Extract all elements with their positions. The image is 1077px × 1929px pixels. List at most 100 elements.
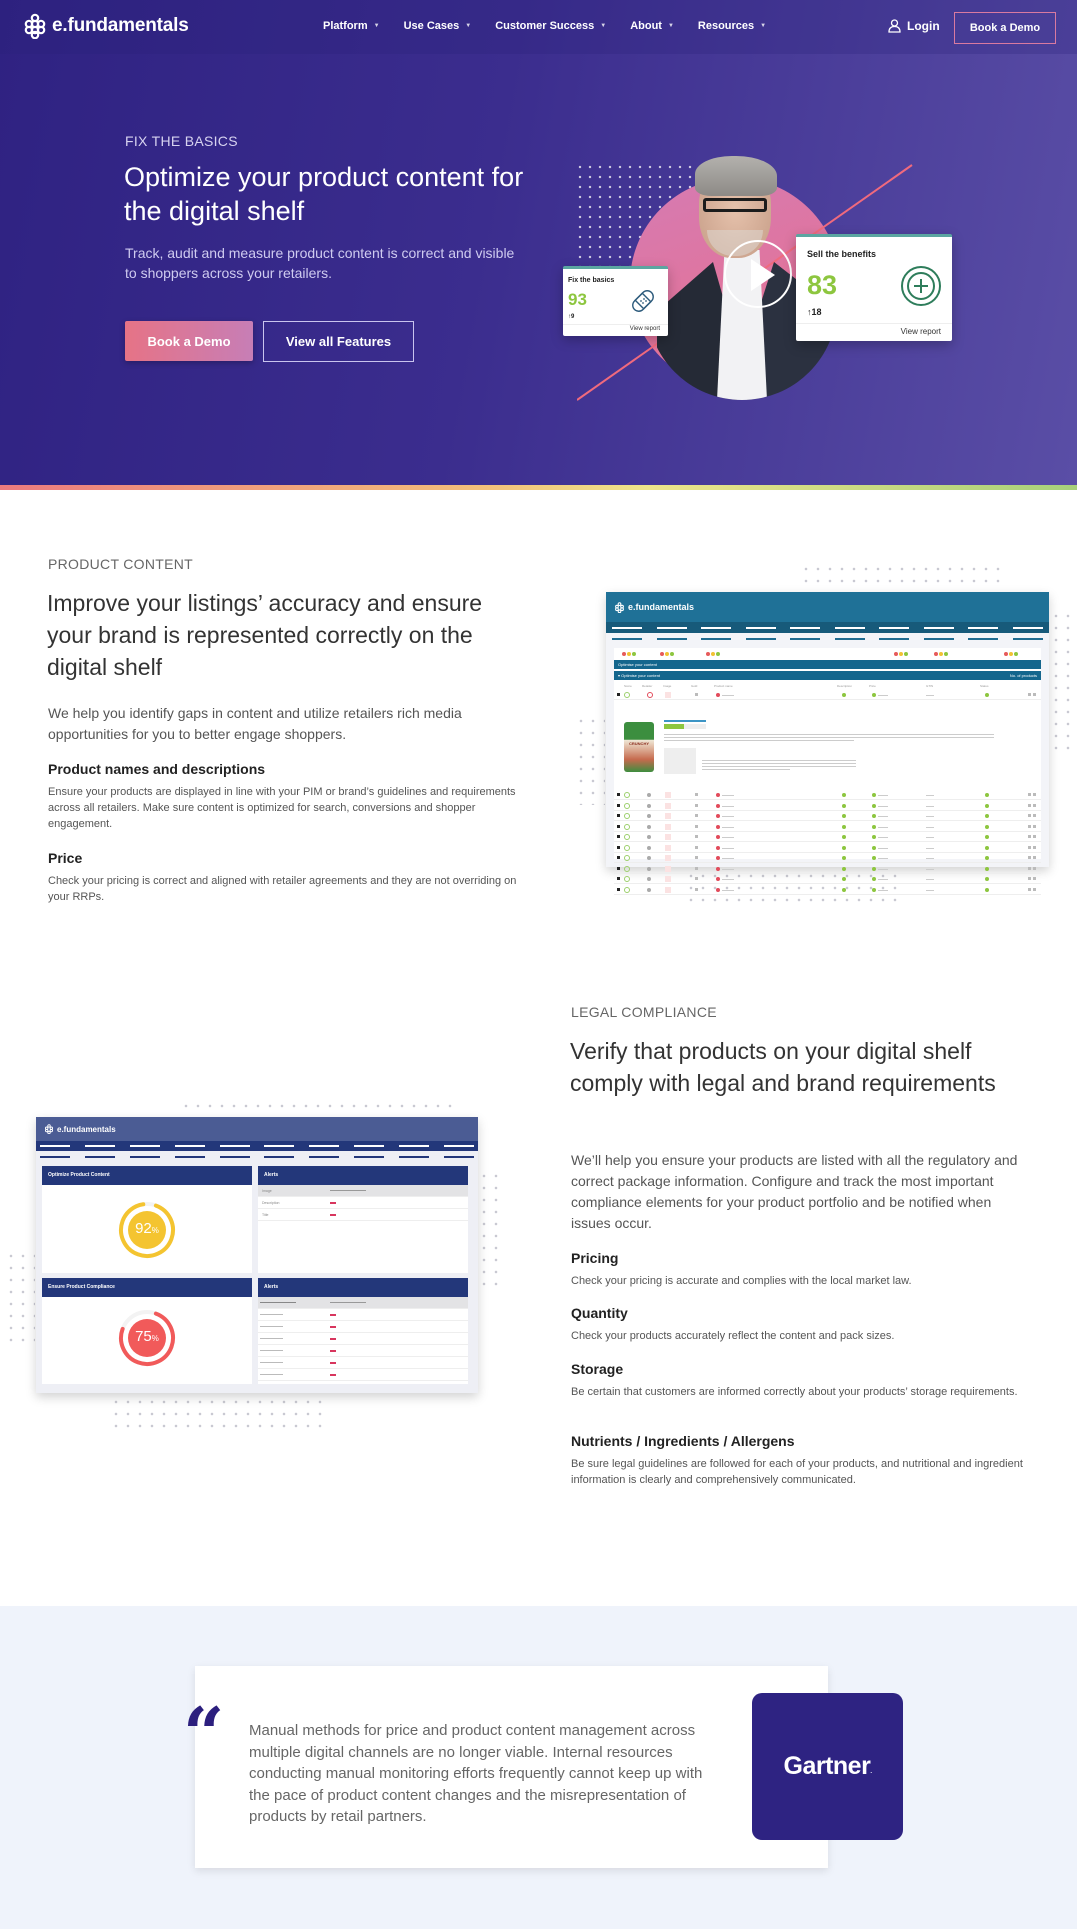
alert-label: Image (262, 1189, 272, 1193)
testimonial-section: “ Manual methods for price and product c… (0, 1606, 1077, 1929)
mock-product-detail: CRUNCHY (614, 720, 1041, 788)
alert-label: Description (262, 1201, 280, 1205)
gartner-logo: Gartner. (752, 1693, 903, 1840)
gauge-number: 75 (135, 1328, 152, 1345)
mock-section-bar: Optimise your content (614, 660, 1041, 669)
panel-title: Alerts (258, 1166, 468, 1185)
section-lead: We help you identify gaps in content and… (48, 705, 462, 742)
gauge: 92% (117, 1200, 177, 1260)
logo-icon (44, 1124, 54, 1134)
mock-column-header: Status (980, 684, 989, 688)
mock-brand: e.fundamentals (628, 602, 695, 612)
gartner-wordmark: Gartner (783, 1752, 871, 1780)
hero-eyebrow: FIX THE BASICS (125, 133, 238, 149)
mock-table-row (614, 864, 1041, 874)
nav-resources[interactable]: Resources ▼ (698, 20, 766, 32)
mock-column-headers: Score Retailer Image Gold Product name Descri… (614, 683, 1041, 689)
alert-row (258, 1321, 468, 1333)
legal-compliance-section: LEGAL COMPLIANCE Verify that products on… (0, 960, 1077, 1606)
mock-table-row (614, 853, 1041, 863)
feature-text: Ensure your products are displayed in li… (48, 786, 516, 830)
feature-heading: Storage (571, 1361, 624, 1377)
nav-customer-success[interactable]: Customer Success ▼ (495, 20, 606, 32)
feature-heading: Product names and descriptions (48, 761, 266, 777)
alert-row (258, 1309, 468, 1321)
section-title: Improve your listings’ accuracy and ensu… (47, 590, 483, 680)
quote-mark-icon: “ (183, 1691, 225, 1776)
hero-subtitle: Track, audit and measure product content… (125, 245, 515, 281)
mock-column-header: Retailer (642, 684, 653, 688)
score-card-title: Sell the benefits (807, 249, 877, 259)
feature-text: Be sure legal guidelines are followed fo… (571, 1458, 1023, 1486)
divider (796, 323, 952, 324)
login-label: Login (907, 19, 940, 33)
nav-platform-label: Platform (323, 20, 368, 32)
mock-table-row (614, 885, 1041, 895)
feature-heading: Quantity (571, 1305, 628, 1321)
hero-section: e.fundamentals Platform ▼ Use Cases ▼ Cust… (0, 0, 1077, 490)
top-nav: e.fundamentals Platform ▼ Use Cases ▼ Cust… (0, 0, 1077, 54)
panel-alerts: Alerts (258, 1278, 468, 1384)
caret-down-icon: ▼ (760, 23, 767, 29)
mock-nav (606, 622, 1049, 633)
feature-heading: Nutrients / Ingredients / Allergens (571, 1433, 795, 1449)
brand-name: e.fundamentals (52, 15, 189, 36)
traffic-light (934, 652, 949, 656)
mock-bar-right: No. of products (1009, 673, 1037, 678)
gauge-value: 75% (117, 1328, 177, 1345)
hero-book-demo-button[interactable]: Book a Demo (125, 321, 253, 361)
user-icon (888, 19, 901, 33)
view-features-button[interactable]: View all Features (263, 321, 414, 362)
product-content-dashboard-mockup: e.fundamentals Optimise your content ▾ O… (606, 592, 1049, 895)
login-link[interactable]: Login (888, 19, 940, 33)
nav-customer-success-label: Customer Success (495, 20, 595, 32)
panel-alerts: Alerts Image Description Title (258, 1166, 468, 1273)
dot-pattern (800, 563, 1000, 587)
mock-table-row (614, 832, 1041, 842)
nav-use-cases[interactable]: Use Cases ▼ (404, 20, 472, 32)
mock-table: Optimise your content ▾ Optimise your co… (614, 648, 1041, 895)
nav-platform[interactable]: Platform ▼ (323, 20, 380, 32)
gauge-unit: % (151, 1226, 159, 1235)
mock-bar-label: Optimise your content (621, 673, 661, 678)
quote-text: Manual methods for price and product con… (249, 1722, 703, 1825)
gartner-dot: . (870, 1768, 872, 1775)
mock-header: e.fundamentals (606, 592, 1049, 622)
mock-column-header: Description (837, 684, 853, 688)
brand-logo[interactable]: e.fundamentals (22, 13, 189, 39)
feature-text: Check your products accurately reflect t… (571, 1330, 895, 1342)
view-report-link[interactable]: View report (630, 326, 660, 332)
alert-row (258, 1357, 468, 1369)
main-menu: Platform ▼ Use Cases ▼ Customer Success ▼ A… (323, 20, 790, 32)
section-title: Verify that products on your digital she… (570, 1038, 996, 1096)
alert-row (258, 1297, 468, 1309)
mock-nav (36, 1141, 478, 1151)
nav-book-demo-button[interactable]: Book a Demo (954, 12, 1056, 44)
nav-about-label: About (630, 20, 662, 32)
logo-icon (615, 601, 624, 613)
caret-down-icon: ▼ (373, 23, 380, 29)
view-report-link[interactable]: View report (901, 327, 941, 336)
dot-pattern (478, 1170, 502, 1290)
logo-icon (24, 13, 46, 39)
section-eyebrow: LEGAL COMPLIANCE (571, 1004, 717, 1020)
compliance-dashboard-mockup: e.fundamentals Optimize Product Content … (36, 1117, 478, 1393)
section-lead: We’ll help you ensure your products are … (571, 1152, 1018, 1231)
traffic-light (1004, 652, 1019, 656)
nav-about[interactable]: About ▼ (630, 20, 674, 32)
mock-table-row (614, 811, 1041, 821)
mock-column-header: Gold (691, 684, 698, 688)
play-video-button[interactable] (724, 240, 792, 308)
feature-heading: Price (48, 850, 83, 866)
divider (563, 324, 668, 325)
mock-table-row (614, 790, 1041, 800)
hero-illustration: Fix the basics 93 ↑9 View report Sell th… (560, 145, 980, 415)
product-image: CRUNCHY (624, 722, 654, 772)
gauge-unit: % (151, 1334, 159, 1343)
panel-title: Optimize Product Content (42, 1166, 252, 1185)
alert-label: Title (262, 1213, 269, 1217)
caret-down-icon: ▼ (667, 23, 674, 29)
alert-row: Description (258, 1197, 468, 1209)
mock-column-header: GTIN (926, 684, 934, 688)
alert-row (258, 1333, 468, 1345)
